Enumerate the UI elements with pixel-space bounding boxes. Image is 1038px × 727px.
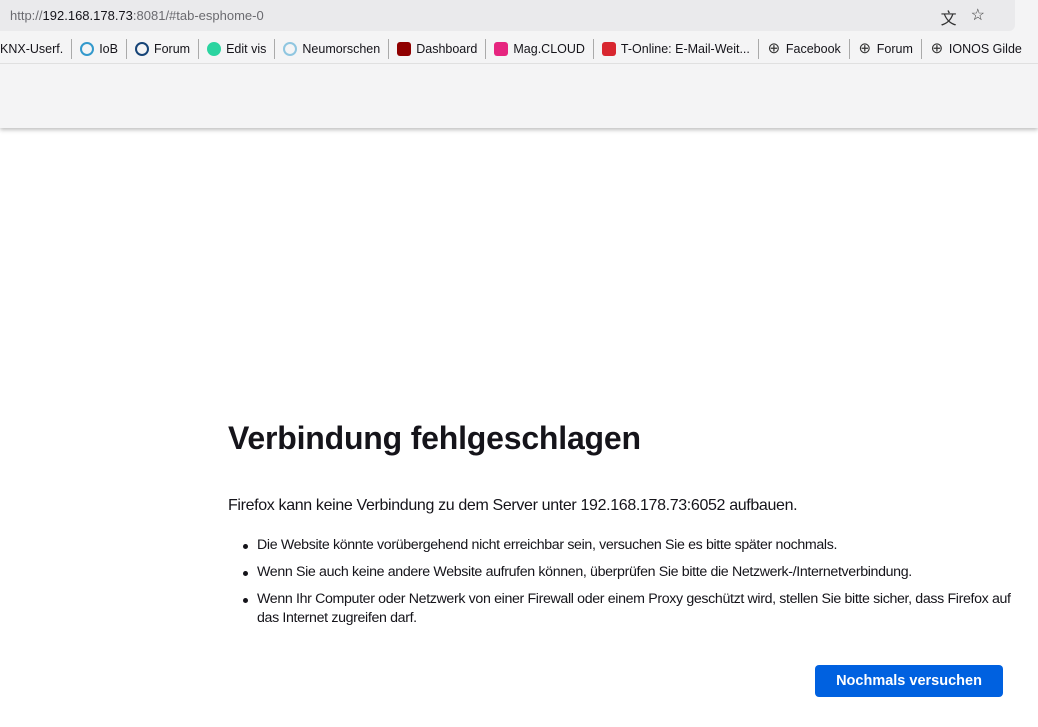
globe-icon: ⊕: [858, 39, 872, 57]
bookmark-item[interactable]: Neumorschen: [275, 38, 388, 60]
bookmark-item[interactable]: ⊕ Forum: [850, 38, 921, 60]
retry-button[interactable]: Nochmals versuchen: [815, 665, 1003, 697]
nodered-icon: [397, 41, 412, 56]
globe-icon: ⊕: [767, 39, 781, 57]
star-icon[interactable]: ☆: [971, 5, 985, 29]
bookmark-label: Neumorschen: [302, 41, 381, 56]
bookmark-label: Forum: [876, 41, 913, 56]
bookmarks-bar: KNX-Userf. IoB Forum Edit vis Neumorschen Das…: [0, 34, 1038, 64]
url-scheme: http://: [10, 8, 43, 23]
browser-toolbar: http://192.168.178.73:8081/#tab-esphome-…: [0, 0, 1038, 128]
url-host: 192.168.178.73: [42, 8, 133, 23]
translate-icon[interactable]: 文: [941, 5, 957, 29]
bookmark-item[interactable]: Edit vis: [199, 38, 274, 60]
bookmark-item[interactable]: IoB: [72, 38, 126, 60]
iobroker-icon: [134, 41, 149, 56]
bookmark-item[interactable]: Forum: [127, 38, 198, 60]
gauge-icon: [283, 41, 298, 56]
bookmark-label: Facebook: [785, 41, 841, 56]
url-rest: :8081/#tab-esphome-0: [132, 8, 264, 23]
iobroker-icon: [80, 41, 95, 56]
bookmark-label: Edit vis: [226, 41, 267, 56]
suggestions-list: Die Website könnte vorübergehend nicht e…: [243, 536, 1013, 636]
address-bar[interactable]: http://192.168.178.73:8081/#tab-esphome-…: [0, 0, 1015, 31]
bookmark-item[interactable]: KNX-Userf.: [0, 38, 71, 60]
tonline-icon: [601, 41, 616, 56]
bookmark-label: T-Online: E-Mail-Weit...: [620, 41, 750, 56]
bookmark-label: IONOS Gilde: [948, 41, 1022, 56]
globe-icon: ⊕: [930, 39, 944, 57]
vis-icon: [207, 41, 222, 56]
suggestion-item: Wenn Ihr Computer oder Netzwerk von eine…: [243, 590, 1013, 628]
bookmark-label: Forum: [153, 41, 191, 56]
bookmark-item[interactable]: ⊕ IONOS Gilde: [922, 38, 1030, 60]
error-title: Verbindung fehlgeschlagen: [228, 420, 641, 456]
bookmark-label: Mag.CLOUD: [513, 41, 585, 56]
bookmark-label: IoB: [99, 41, 118, 56]
bookmark-item[interactable]: Dashboard: [389, 38, 485, 60]
bookmark-item[interactable]: ⊕ Facebook: [759, 38, 849, 60]
bookmark-label: Dashboard: [416, 41, 478, 56]
bookmark-item[interactable]: Mag.CLOUD: [486, 38, 593, 60]
suggestion-item: Wenn Sie auch keine andere Website aufru…: [243, 563, 1013, 582]
bookmark-label: KNX-Userf.: [0, 41, 64, 56]
error-description: Firefox kann keine Verbindung zu dem Ser…: [228, 497, 798, 514]
suggestion-item: Die Website könnte vorübergehend nicht e…: [243, 536, 1013, 555]
cloud-icon: [494, 41, 509, 56]
bookmark-item[interactable]: T-Online: E-Mail-Weit...: [594, 38, 758, 60]
